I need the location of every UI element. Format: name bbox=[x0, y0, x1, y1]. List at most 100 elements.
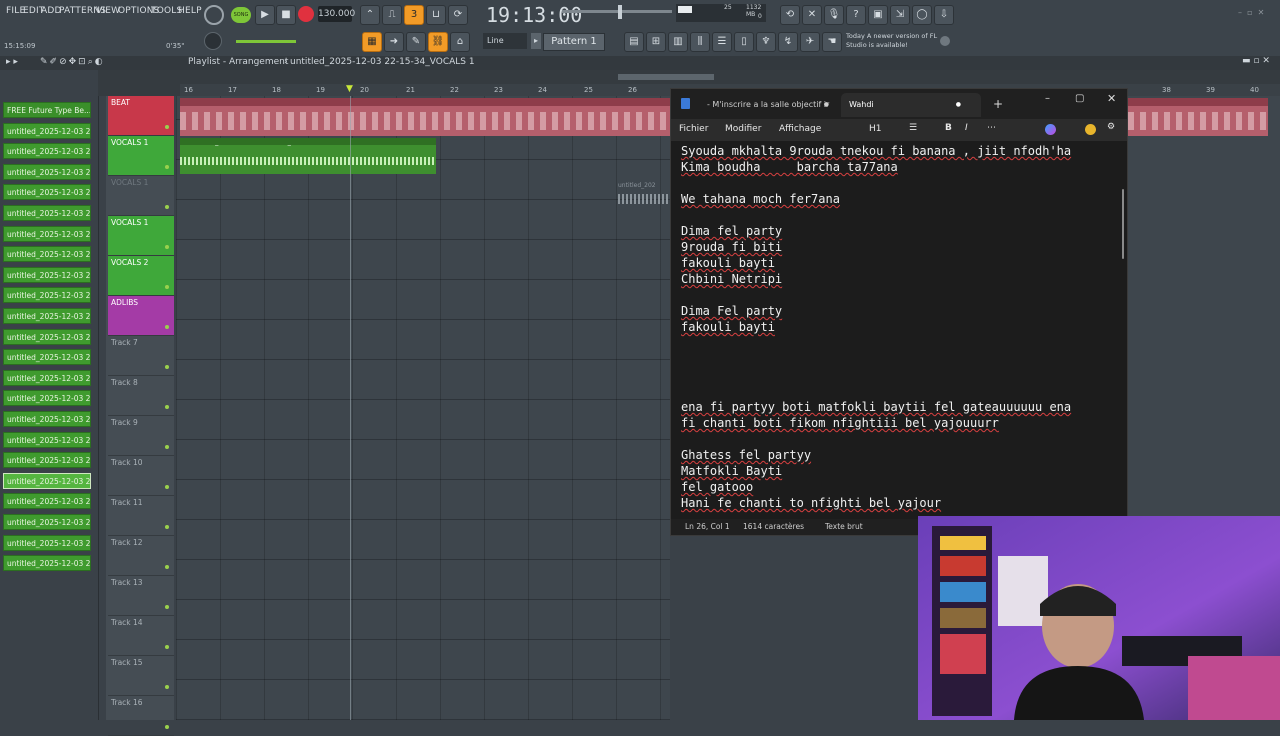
tab-unsaved-dot-icon[interactable]: ● bbox=[824, 93, 829, 117]
window-controls[interactable]: – ▫ ✕ bbox=[1238, 8, 1264, 17]
notepad-text-area[interactable]: Syouda mkhalta 9rouda tnekou fi banana ,… bbox=[681, 143, 1121, 513]
arrow-right-icon[interactable]: ➜ bbox=[384, 32, 404, 52]
notepad-tab-2[interactable]: Wahdi ● bbox=[841, 93, 981, 117]
playlist-arrows-icon[interactable]: ▸ ▸ bbox=[6, 57, 18, 67]
loop-record-icon[interactable]: ⟳ bbox=[448, 5, 468, 25]
browser-item[interactable]: untitled_2025-12-03 21-... bbox=[3, 184, 91, 201]
record-icon[interactable] bbox=[298, 6, 314, 22]
track-header[interactable]: VOCALS 2 bbox=[108, 256, 174, 296]
menu-help[interactable]: HELP bbox=[178, 6, 202, 16]
track-led-icon[interactable] bbox=[165, 485, 169, 489]
browser-item[interactable]: untitled_2025-12-03 21-... bbox=[3, 308, 91, 324]
track-led-icon[interactable] bbox=[165, 165, 169, 169]
notepad-scrollbar[interactable] bbox=[1122, 189, 1124, 259]
browser-item[interactable]: untitled_2025-12-03 22-... bbox=[3, 431, 91, 448]
track-led-icon[interactable] bbox=[165, 445, 169, 449]
browser-item[interactable]: untitled_2025-12-03 22-... bbox=[3, 411, 91, 427]
track-header[interactable]: Track 16 bbox=[108, 696, 174, 736]
track-header[interactable]: Track 13 bbox=[108, 576, 174, 616]
track-led-icon[interactable] bbox=[165, 325, 169, 329]
track-led-icon[interactable] bbox=[165, 405, 169, 409]
menu-modifier[interactable]: Modifier bbox=[725, 124, 761, 134]
menu-fichier[interactable]: Fichier bbox=[679, 124, 708, 134]
minimize-icon[interactable]: – bbox=[1045, 93, 1050, 104]
bird-icon[interactable]: ✈ bbox=[800, 32, 820, 52]
browser-item[interactable]: untitled_2025-12-03 22-... bbox=[3, 452, 91, 469]
countdown-icon[interactable]: 3 bbox=[404, 5, 424, 25]
mixer-sliders-icon[interactable]: ⫼ bbox=[690, 32, 710, 52]
metronome-knob-icon[interactable] bbox=[204, 5, 224, 25]
browser-item[interactable]: untitled_2025-12-03 21-... bbox=[3, 287, 91, 304]
panic-icon[interactable]: ⟲ bbox=[780, 5, 800, 25]
playlist-tools-icon[interactable]: ✎✐⊘✥⊡⌕◐ bbox=[40, 57, 105, 67]
master-volume-slider[interactable] bbox=[562, 10, 672, 13]
track-led-icon[interactable] bbox=[165, 685, 169, 689]
mixer-icon[interactable]: ✕ bbox=[802, 5, 822, 25]
track-led-icon[interactable] bbox=[165, 285, 169, 289]
browser-item[interactable]: untitled_2025-12-03 22-... bbox=[3, 534, 91, 551]
download-icon[interactable]: ⇩ bbox=[934, 5, 954, 25]
beat-clip[interactable]: FREE Future Type Beat Zoo bbox=[180, 98, 670, 136]
track-led-icon[interactable] bbox=[165, 605, 169, 609]
help-icon[interactable]: ? bbox=[846, 5, 866, 25]
track-led-icon[interactable] bbox=[165, 365, 169, 369]
browser-item[interactable]: untitled_2025-12-03 20-... bbox=[3, 122, 91, 139]
browser-item[interactable]: untitled_2025-12-03 22-... bbox=[3, 472, 91, 489]
pattern-song-icon[interactable]: ⌃ bbox=[360, 5, 380, 25]
plugin-icon[interactable]: ♆ bbox=[756, 32, 776, 52]
track-header[interactable]: Track 8 bbox=[108, 376, 174, 416]
touch-icon[interactable]: ☚ bbox=[822, 32, 842, 52]
track-led-icon[interactable] bbox=[165, 565, 169, 569]
track-led-icon[interactable] bbox=[165, 525, 169, 529]
browser-item[interactable]: untitled_2025-12-03 22-... bbox=[3, 514, 91, 530]
pattern-arrow-icon[interactable]: ▸ bbox=[531, 33, 541, 49]
song-mode-toggle[interactable]: SONG bbox=[231, 7, 251, 23]
track-header[interactable]: VOCALS 1 bbox=[108, 136, 174, 176]
tempo-display[interactable]: 130.000 bbox=[318, 6, 355, 22]
playlist-grid-right[interactable] bbox=[1128, 96, 1280, 520]
track-header[interactable]: Track 10 bbox=[108, 456, 174, 496]
step-edit-icon[interactable]: ⎍ bbox=[382, 5, 402, 25]
playhead-marker-icon[interactable]: ▼ bbox=[346, 84, 353, 94]
track-header[interactable]: ADLIBS bbox=[108, 296, 174, 336]
close-icon[interactable]: ✕ bbox=[1107, 92, 1116, 105]
ghost-clip[interactable]: untitled_202 bbox=[618, 182, 670, 208]
menu-view[interactable]: VIEW bbox=[96, 6, 120, 16]
account-icon[interactable] bbox=[1085, 124, 1096, 135]
bold-icon[interactable]: B bbox=[945, 123, 952, 133]
browser-item[interactable]: untitled_2025-12-03 21-... bbox=[3, 349, 91, 366]
play-icon[interactable]: ▶ bbox=[255, 5, 275, 25]
browser-item[interactable]: untitled_2025-12-03 21-... bbox=[3, 369, 91, 386]
blend-notes-icon[interactable]: ⊔ bbox=[426, 5, 446, 25]
track-header[interactable]: Track 14 bbox=[108, 616, 174, 656]
track-header[interactable]: Track 7 bbox=[108, 336, 174, 376]
master-volume-handle[interactable] bbox=[618, 5, 622, 19]
browser-item[interactable]: untitled_2025-12-03 21-... bbox=[3, 205, 91, 221]
browser-item[interactable]: FREE Future Type Be... bbox=[3, 102, 91, 118]
browser-item[interactable]: untitled_2025-12-03 21-... bbox=[3, 143, 91, 160]
browser-item[interactable]: untitled_2025-12-03 21-... bbox=[3, 225, 91, 242]
master-volume-mini-slider[interactable] bbox=[236, 40, 296, 43]
stamp-icon[interactable]: ⌂ bbox=[450, 32, 470, 52]
browser-item[interactable]: untitled_2025-12-03 21-... bbox=[3, 328, 91, 345]
browser-item[interactable]: untitled_2025-12-03 22-... bbox=[3, 555, 91, 572]
track-header[interactable]: Track 11 bbox=[108, 496, 174, 536]
track-header[interactable]: VOCALS 1 bbox=[108, 176, 174, 216]
browser-item[interactable]: untitled_2025-12-03 21-... bbox=[3, 266, 91, 283]
track-header[interactable]: Track 9 bbox=[108, 416, 174, 456]
track-header[interactable]: VOCALS 1 bbox=[108, 216, 174, 256]
heading-select[interactable]: H1 bbox=[869, 124, 882, 134]
menu-affichage[interactable]: Affichage bbox=[779, 124, 821, 134]
notepad-tab-1[interactable]: - M'inscrire a la salle objectif ir ● bbox=[699, 93, 839, 117]
playlist-grid[interactable]: FREE Future Type Beat Zoo untitled_2025-… bbox=[176, 96, 670, 720]
update-notification[interactable]: Today A newer version of FL Studio is av… bbox=[846, 32, 938, 50]
browser-item[interactable]: untitled_2025-12-03 21-... bbox=[3, 163, 91, 180]
italic-icon[interactable]: I bbox=[965, 123, 968, 133]
track-led-icon[interactable] bbox=[165, 205, 169, 209]
master-pitch-knob-icon[interactable] bbox=[204, 32, 222, 50]
piano-roll-icon[interactable]: ▦ bbox=[362, 32, 382, 52]
track-led-icon[interactable] bbox=[165, 125, 169, 129]
settings-gear-icon[interactable]: ⚙ bbox=[1107, 122, 1115, 132]
channel-rack-icon[interactable]: ⊞ bbox=[646, 32, 666, 52]
track-header[interactable]: Track 15 bbox=[108, 656, 174, 696]
